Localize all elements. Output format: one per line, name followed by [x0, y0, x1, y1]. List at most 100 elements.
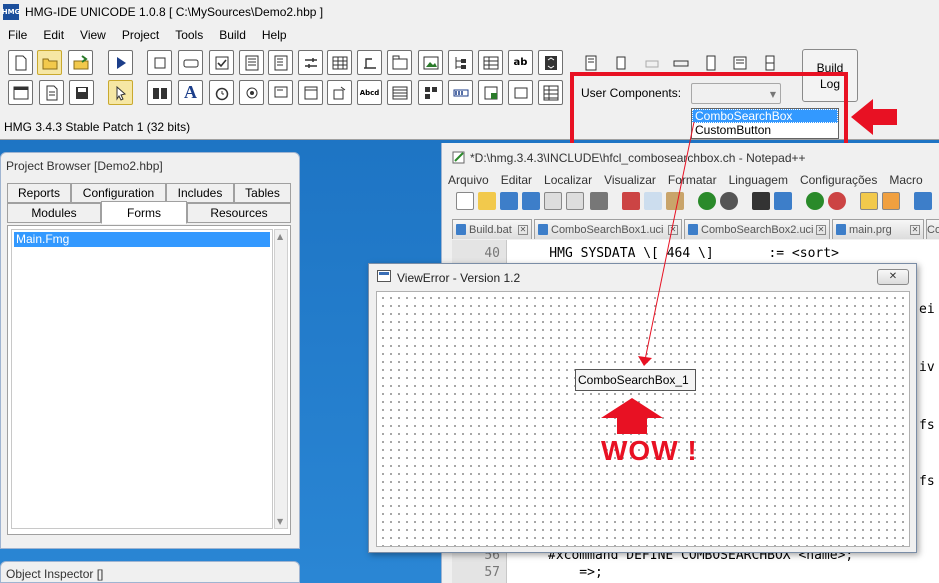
- npp-new-icon[interactable]: [456, 192, 474, 210]
- tab-main-prg[interactable]: main.prg ✕: [832, 219, 924, 239]
- menu-build[interactable]: Build: [211, 28, 254, 42]
- npp-close-icon[interactable]: [544, 192, 562, 210]
- close-icon[interactable]: ✕: [816, 225, 826, 235]
- notepad-menu-bar: Arquivo Editar Localizar Visualizar Form…: [442, 171, 939, 189]
- button-icon[interactable]: [178, 50, 203, 75]
- monthcal-icon[interactable]: [418, 80, 443, 105]
- npp-close-all-icon[interactable]: [566, 192, 584, 210]
- datepicker-icon[interactable]: [387, 80, 412, 105]
- editbox-icon[interactable]: [239, 50, 264, 75]
- label-icon[interactable]: [357, 50, 382, 75]
- file-icon: [688, 224, 698, 235]
- radio-icon[interactable]: [239, 80, 264, 105]
- new-file-icon[interactable]: [8, 50, 33, 75]
- npp-menu-arquivo[interactable]: Arquivo: [442, 173, 495, 187]
- npp-menu-localizar[interactable]: Localizar: [538, 173, 598, 187]
- npp-menu-visualizar[interactable]: Visualizar: [598, 173, 662, 187]
- scroll-up-icon[interactable]: ▲: [277, 232, 283, 241]
- frame-icon[interactable]: [147, 50, 172, 75]
- npp-menu-macro[interactable]: Macro: [883, 173, 928, 187]
- textbox-icon[interactable]: ab: [508, 50, 533, 75]
- run-icon[interactable]: [108, 50, 133, 75]
- npp-print-icon[interactable]: [590, 192, 608, 210]
- hyperlink-icon[interactable]: [268, 80, 293, 105]
- tree-icon[interactable]: [448, 50, 473, 75]
- export-icon[interactable]: [68, 50, 93, 75]
- tab-forms[interactable]: Forms: [101, 201, 187, 224]
- tab-tables[interactable]: Tables: [234, 183, 291, 203]
- grid-icon[interactable]: [327, 50, 352, 75]
- open-folder-icon[interactable]: [37, 50, 62, 75]
- ipaddress-icon[interactable]: [478, 80, 503, 105]
- forms-list-scrollbar[interactable]: ▲ ▼: [274, 229, 288, 529]
- richedit-icon[interactable]: Abcd: [357, 80, 382, 105]
- scroll-down-icon[interactable]: ▼: [277, 517, 283, 526]
- close-icon[interactable]: ✕: [910, 225, 920, 235]
- menu-view[interactable]: View: [72, 28, 114, 42]
- tab-overflow[interactable]: Co: [926, 219, 939, 239]
- npp-replace-icon[interactable]: [774, 192, 792, 210]
- npp-menu-configuracoes[interactable]: Configurações: [794, 173, 883, 187]
- list-item[interactable]: Main.Fmg: [14, 232, 270, 247]
- timer-icon[interactable]: [209, 80, 234, 105]
- menu-tools[interactable]: Tools: [167, 28, 211, 42]
- menu-project[interactable]: Project: [114, 28, 167, 42]
- tab-icon[interactable]: [387, 50, 412, 75]
- npp-save-icon[interactable]: [500, 192, 518, 210]
- npp-cut-icon[interactable]: [622, 192, 640, 210]
- npp-redo-icon[interactable]: [720, 192, 738, 210]
- frame2-icon[interactable]: [298, 80, 323, 105]
- tab-resources[interactable]: Resources: [187, 203, 291, 223]
- npp-find-icon[interactable]: [752, 192, 770, 210]
- font-icon[interactable]: A: [178, 80, 203, 105]
- tab-modules[interactable]: Modules: [7, 203, 101, 223]
- tab-reports[interactable]: Reports: [7, 183, 71, 203]
- npp-zoom-out-icon[interactable]: [828, 192, 846, 210]
- menu-help[interactable]: Help: [254, 28, 295, 42]
- close-icon[interactable]: ✕: [668, 225, 678, 235]
- slider-icon[interactable]: [298, 50, 323, 75]
- npp-menu-linguagem[interactable]: Linguagem: [723, 173, 794, 187]
- list-icon[interactable]: [268, 50, 293, 75]
- menu-edit[interactable]: Edit: [35, 28, 72, 42]
- group-icon[interactable]: [147, 80, 172, 105]
- close-button[interactable]: ✕: [877, 269, 909, 285]
- code-fragment: ei: [919, 302, 935, 317]
- code-line: HMG SYSDATA \[ 464 \] := <sort>: [518, 246, 839, 261]
- project-browser-window: Project Browser [Demo2.hbp] Reports Conf…: [0, 152, 300, 549]
- menu-file[interactable]: File: [0, 28, 35, 42]
- object-inspector-title: Object Inspector []: [6, 567, 104, 581]
- npp-sync-icon[interactable]: [860, 192, 878, 210]
- npp-menu-editar[interactable]: Editar: [495, 173, 538, 187]
- npp-wrap-icon[interactable]: [882, 192, 900, 210]
- combosearchbox-control[interactable]: ComboSearchBox_1: [575, 369, 696, 391]
- close-icon[interactable]: ✕: [518, 225, 528, 235]
- save-icon[interactable]: [69, 80, 94, 105]
- npp-menu-formatar[interactable]: Formatar: [662, 173, 723, 187]
- tab-configuration[interactable]: Configuration: [71, 183, 166, 203]
- npp-save-all-icon[interactable]: [522, 192, 540, 210]
- forms-list[interactable]: Main.Fmg: [11, 229, 273, 529]
- tab-combosearchbox2[interactable]: ComboSearchBox2.uci ✕: [684, 219, 830, 239]
- npp-open-icon[interactable]: [478, 192, 496, 210]
- browse-icon[interactable]: [478, 50, 503, 75]
- animation-icon[interactable]: [327, 80, 352, 105]
- npp-copy-icon[interactable]: [644, 192, 662, 210]
- npp-paste-icon[interactable]: [666, 192, 684, 210]
- form-design-canvas[interactable]: ComboSearchBox_1 WOW !: [376, 291, 910, 547]
- npp-zoom-in-icon[interactable]: [806, 192, 824, 210]
- tab-build-bat[interactable]: Build.bat ✕: [452, 219, 532, 239]
- image-icon[interactable]: [418, 50, 443, 75]
- spinner-icon[interactable]: [538, 50, 563, 75]
- grid2-icon[interactable]: [538, 80, 563, 105]
- progress-icon[interactable]: [448, 80, 473, 105]
- tab-includes[interactable]: Includes: [166, 183, 234, 203]
- npp-indent-icon[interactable]: [914, 192, 932, 210]
- window-icon[interactable]: [8, 80, 33, 105]
- checkbox-icon[interactable]: [209, 50, 234, 75]
- tab-combosearchbox1[interactable]: ComboSearchBox1.uci ✕: [534, 219, 682, 239]
- document-icon[interactable]: [39, 80, 64, 105]
- npp-undo-icon[interactable]: [698, 192, 716, 210]
- activex-icon[interactable]: [508, 80, 533, 105]
- pointer-icon[interactable]: [108, 80, 133, 105]
